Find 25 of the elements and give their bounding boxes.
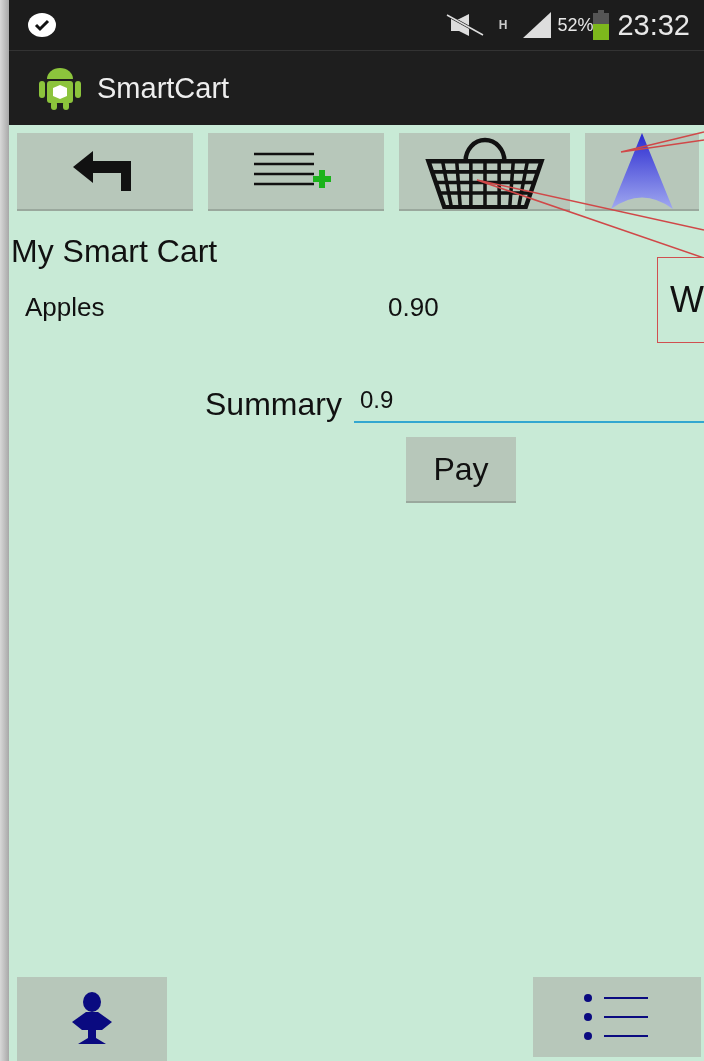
notification-icon <box>27 12 57 38</box>
menu-button[interactable] <box>533 977 701 1057</box>
pay-button[interactable]: Pay <box>406 437 516 503</box>
cart-heading: My Smart Cart <box>11 233 219 270</box>
profile-button[interactable] <box>17 977 167 1061</box>
mute-icon <box>444 13 485 37</box>
signal-icon <box>521 12 554 38</box>
back-button[interactable] <box>17 133 193 211</box>
android-icon <box>37 65 83 111</box>
bust-icon <box>70 992 114 1046</box>
battery-percent: 52% <box>557 14 594 36</box>
navigation-arrow-icon <box>611 133 673 209</box>
clock: 23:32 <box>617 8 690 42</box>
list-icon <box>584 994 650 1040</box>
network-type: H <box>498 19 508 31</box>
summary-label: Summary <box>205 386 342 423</box>
basket-button[interactable] <box>399 133 570 211</box>
app-title: SmartCart <box>97 71 230 105</box>
add-to-list-button[interactable] <box>208 133 384 211</box>
item-name: Apples <box>25 292 106 323</box>
navigation-button[interactable] <box>585 133 699 211</box>
battery-icon <box>593 10 610 40</box>
item-price: 0.90 <box>388 292 439 323</box>
summary-field[interactable]: 0.9 <box>353 383 704 423</box>
callout-box: W <box>657 257 704 343</box>
